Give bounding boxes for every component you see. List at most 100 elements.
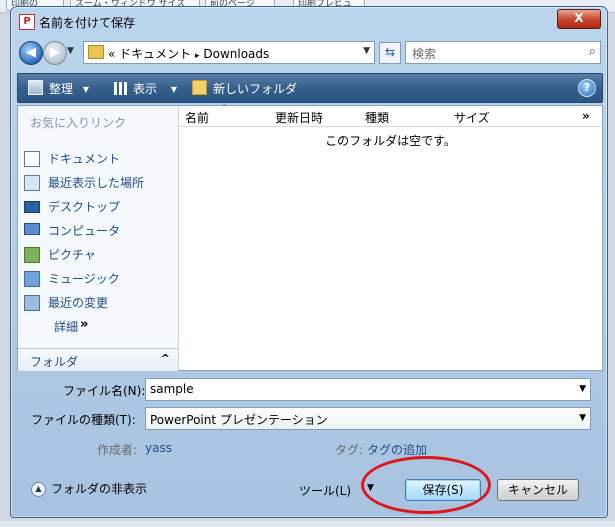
view-button[interactable]: 表示 ▾: [114, 80, 177, 97]
column-header-label: 名前: [185, 111, 210, 125]
music-icon: [24, 271, 40, 287]
address-dropdown-icon[interactable]: ▼: [363, 46, 370, 56]
title-bar[interactable]: P 名前を付けて保存 X: [11, 7, 607, 35]
nav-item-pictures[interactable]: ピクチャ: [24, 244, 174, 264]
view-icon: [114, 82, 127, 95]
column-header-name[interactable]: ^ 名前: [179, 103, 270, 127]
chevron-down-icon[interactable]: ▼: [367, 483, 374, 493]
column-header-label: 種類: [365, 111, 390, 125]
column-header-type[interactable]: 種類: [359, 106, 449, 127]
forward-button[interactable]: ▶: [43, 41, 67, 65]
chevron-up-icon: ^: [160, 352, 170, 365]
more-links[interactable]: 詳細 »: [24, 316, 174, 336]
powerpoint-app-icon: P: [19, 14, 35, 30]
nav-item-recent-places[interactable]: 最近表示した場所: [24, 172, 174, 192]
author-label: 作成者:: [97, 443, 138, 457]
nav-item-label: ドキュメント: [48, 152, 121, 166]
filename-label: ファイル名(N):: [63, 384, 146, 398]
back-arrow-icon: ◀: [26, 45, 36, 60]
empty-folder-message: このフォルダは空です。: [325, 134, 456, 148]
column-header-size[interactable]: サイズ: [448, 106, 574, 127]
folder-icon: [88, 45, 104, 59]
chevron-down-icon[interactable]: ▼: [579, 413, 586, 423]
dialog-footer: ▲ フォルダの非表示 ツール(L) ▼ 保存(S) キャンセル: [11, 467, 607, 517]
save-form: ファイル名(N): sample ▼ ファイルの種類(T): PowerPoin…: [17, 371, 601, 461]
nav-item-label: コンピュータ: [48, 224, 121, 238]
recent-places-icon: [24, 175, 40, 191]
nav-item-label: デスクトップ: [48, 200, 121, 214]
filename-field[interactable]: sample ▼: [145, 378, 591, 401]
help-icon[interactable]: ?: [578, 79, 596, 97]
nav-item-music[interactable]: ミュージック: [24, 268, 174, 288]
address-bar[interactable]: « ドキュメント ▸ Downloads ▼: [83, 41, 375, 64]
desktop-icon: [24, 201, 40, 213]
search-placeholder: 検索: [412, 47, 437, 61]
navigation-pane: お気に入りリンク ドキュメント 最近表示した場所 デスクトップ コンピュータ ピ…: [18, 106, 179, 371]
column-header-label: 更新日時: [275, 111, 324, 125]
recent-pages-dropdown[interactable]: ▼: [67, 46, 74, 56]
refresh-icon: ⇆: [384, 45, 396, 59]
filetype-value: PowerPoint プレゼンテーション: [150, 413, 328, 427]
double-chevron-icon: »: [80, 317, 89, 332]
folders-toggle[interactable]: フォルダ ^: [18, 348, 178, 371]
search-input[interactable]: 検索 ⌕: [405, 41, 601, 64]
author-value[interactable]: yass: [145, 441, 172, 455]
nav-item-recent-changes[interactable]: 最近の変更: [24, 292, 174, 312]
documents-icon: [24, 151, 40, 167]
path-segment-downloads[interactable]: Downloads: [203, 47, 269, 61]
nav-item-desktop[interactable]: デスクトップ: [24, 196, 174, 216]
nav-item-label: ミュージック: [48, 272, 120, 286]
filetype-label: ファイルの種類(T):: [31, 413, 136, 427]
double-chevron-icon: »: [582, 109, 590, 123]
view-label: 表示: [133, 82, 158, 96]
chevron-down-icon: ▾: [170, 82, 177, 96]
column-header-label: サイズ: [454, 111, 490, 125]
recent-changes-icon: [24, 295, 40, 311]
chevron-down-icon: ▾: [82, 82, 89, 96]
hide-folders-button[interactable]: フォルダの非表示: [51, 480, 147, 497]
close-icon: X: [574, 11, 584, 25]
new-folder-button[interactable]: 新しいフォルダ: [192, 80, 297, 97]
save-as-dialog: P 名前を付けて保存 X ◀ ▶ ▼ « ドキュメント ▸ Downloads …: [10, 6, 608, 518]
filetype-select[interactable]: PowerPoint プレゼンテーション ▼: [145, 407, 591, 430]
nav-item-label: 最近表示した場所: [48, 176, 145, 190]
background-app-bottom: [0, 521, 615, 527]
nav-item-computer[interactable]: コンピュータ: [24, 220, 174, 240]
nav-item-label: 最近の変更: [48, 296, 109, 310]
pictures-icon: [24, 247, 40, 263]
refresh-button[interactable]: ⇆: [379, 42, 401, 64]
close-button[interactable]: X: [557, 9, 601, 29]
organize-button[interactable]: 整理 ▾: [28, 80, 89, 97]
new-folder-label: 新しいフォルダ: [213, 82, 298, 96]
favorites-header: お気に入りリンク: [30, 116, 127, 130]
nav-item-documents[interactable]: ドキュメント: [24, 148, 174, 168]
tags-value[interactable]: タグの追加: [367, 441, 427, 458]
back-button[interactable]: ◀: [19, 41, 43, 65]
save-button[interactable]: 保存(S): [405, 479, 481, 501]
computer-icon: [24, 223, 40, 235]
path-segment-documents[interactable]: ドキュメント: [119, 47, 191, 61]
more-label: 詳細: [54, 320, 79, 334]
folders-label: フォルダ: [30, 355, 79, 369]
chevron-up-circle-icon[interactable]: ▲: [31, 482, 46, 497]
new-folder-icon: [192, 80, 207, 95]
address-path: « ドキュメント ▸ Downloads: [108, 45, 269, 62]
search-icon[interactable]: ⌕: [589, 44, 596, 59]
column-header-modified[interactable]: 更新日時: [269, 106, 360, 127]
tags-label: タグ:: [335, 443, 364, 457]
columns-overflow-button[interactable]: »: [573, 106, 602, 127]
cancel-button[interactable]: キャンセル: [497, 479, 579, 501]
organize-icon: [28, 80, 43, 95]
sort-ascending-icon: ^: [221, 103, 228, 112]
browser-area: お気に入りリンク ドキュメント 最近表示した場所 デスクトップ コンピュータ ピ…: [17, 103, 603, 371]
path-separator[interactable]: ▸: [195, 51, 200, 61]
filename-value: sample: [150, 382, 194, 396]
organize-label: 整理: [49, 82, 74, 96]
path-overflow[interactable]: «: [108, 47, 115, 61]
tools-menu-button[interactable]: ツール(L): [299, 482, 351, 499]
nav-item-label: ピクチャ: [48, 248, 96, 262]
dialog-title: 名前を付けて保存: [39, 16, 136, 30]
forward-arrow-icon: ▶: [50, 45, 60, 60]
chevron-down-icon[interactable]: ▼: [579, 384, 586, 394]
file-list: ^ 名前 更新日時 種類 サイズ » このフォルダは空です。: [179, 103, 602, 370]
